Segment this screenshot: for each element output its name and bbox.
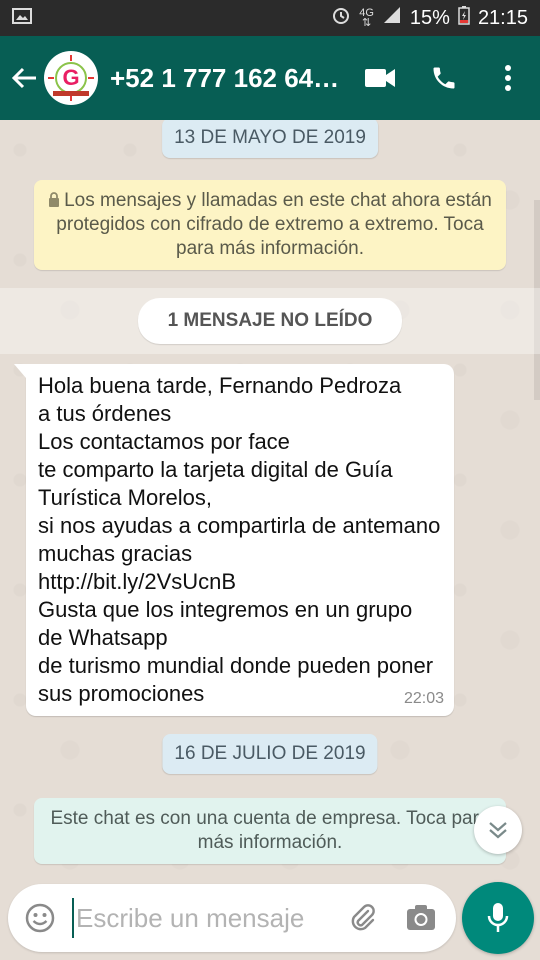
avatar-logo: G [45,52,97,104]
image-icon [12,7,32,29]
scroll-down-button[interactable] [474,806,522,854]
video-call-button[interactable] [348,36,412,120]
signal-icon [382,6,402,30]
encryption-notice-text: Los mensajes y llamadas en este chat aho… [56,190,492,259]
emoji-button[interactable] [8,884,72,952]
paperclip-icon [351,904,375,931]
contact-name[interactable]: +52 1 777 162 64… [110,63,340,94]
avatar-letter: G [62,65,79,90]
back-arrow-icon [11,67,36,89]
video-call-icon [365,69,395,87]
camera-icon [407,905,435,930]
avatar[interactable]: G [44,51,98,105]
battery-icon [458,5,470,31]
voice-call-button[interactable] [412,36,476,120]
date-separator: 16 DE JULIO DE 2019 [162,734,378,774]
unread-separator: 1 MENSAJE NO LEÍDO [0,288,540,354]
voice-message-button[interactable] [462,882,534,954]
chat-header: G +52 1 777 162 64… [0,36,540,120]
incoming-message[interactable]: Hola buena tarde, Fernando Pedroza a tus… [14,364,454,716]
battery-percent: 15% [409,6,450,29]
chat-area[interactable]: 13 DE MAYO DE 2019 Los mensajes y llamad… [0,120,540,880]
phone-icon [433,67,455,89]
mic-icon [487,903,509,932]
chevron-double-down-icon [489,822,507,839]
alarm-icon [331,5,351,31]
business-notice[interactable]: Este chat es con una cuenta de empresa. … [34,798,506,864]
more-vert-icon [505,65,511,91]
message-composer [8,884,456,952]
message-text: Hola buena tarde, Fernando Pedroza a tus… [38,373,441,706]
back-button[interactable] [2,36,46,120]
attach-button[interactable] [334,884,392,952]
business-notice-text: Este chat es con una cuenta de empresa. … [50,808,490,853]
status-bar: 4G ⇅ 15% 21:15 [0,0,540,36]
camera-button[interactable] [392,884,450,952]
network-type: 4G [359,7,374,19]
data-arrows-icon: 4G ⇅ [359,7,374,29]
clock: 21:15 [477,6,528,29]
message-input[interactable] [72,898,334,938]
unread-label: 1 MENSAJE NO LEÍDO [137,298,403,344]
emoji-icon [25,903,55,933]
encryption-notice[interactable]: Los mensajes y llamadas en este chat aho… [34,180,506,270]
date-separator: 13 DE MAYO DE 2019 [162,120,378,158]
menu-button[interactable] [476,36,540,120]
message-time: 22:03 [403,690,444,707]
lock-icon [49,192,60,207]
